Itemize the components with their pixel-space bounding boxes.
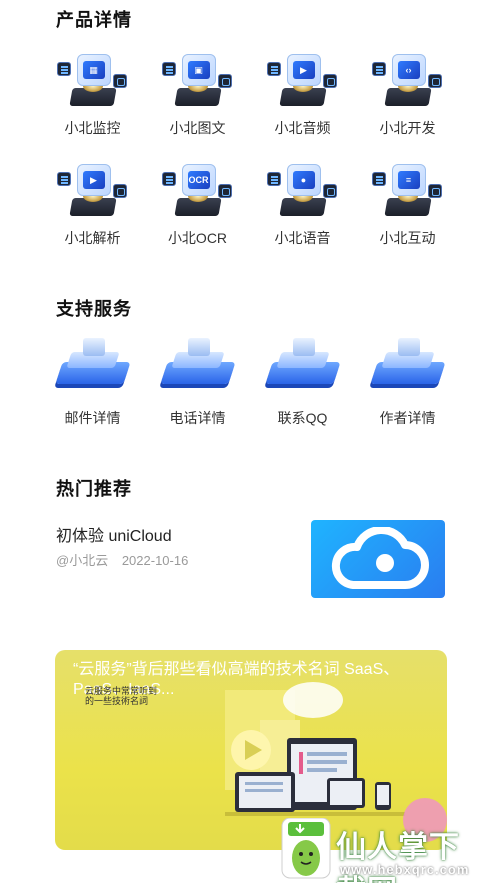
product-label: 小北语音 — [274, 230, 331, 246]
service-label: 电话详情 — [169, 410, 226, 426]
product-tile-image-text[interactable]: ▣ 小北图文 — [145, 50, 250, 160]
article-author: @小北云 — [56, 553, 109, 568]
product-label: 小北监控 — [64, 120, 121, 136]
services-section-title: 支持服务 — [56, 299, 132, 319]
product-ocr-icon: OCR — [161, 160, 234, 222]
service-email-icon — [54, 334, 131, 394]
article-title[interactable]: 初体验 uniCloud — [56, 522, 172, 546]
site-watermark: 仙人掌下载网 www.hebxqrc.com — [280, 818, 490, 883]
article-date: 2022-10-16 — [121, 553, 189, 568]
watermark-url: www.hebxqrc.com — [340, 862, 470, 877]
product-tile-audio[interactable]: ▶ 小北音频 — [250, 50, 355, 160]
service-qq-icon — [264, 334, 341, 394]
product-grid: (function(){ const d = JSON.parse(docume… — [40, 50, 460, 270]
product-audio-icon: ▶ — [266, 50, 339, 112]
product-label: 小北互动 — [379, 230, 436, 246]
product-parse-icon: ▶ — [56, 160, 129, 222]
service-tile-email[interactable]: 邮件详情 — [40, 330, 145, 440]
cloud-icon — [331, 527, 429, 589]
service-tile-phone[interactable]: 电话详情 — [145, 330, 250, 440]
banner-subtitle: 云服务中常常听到 的一些技術名詞 — [85, 686, 158, 706]
service-label: 邮件详情 — [64, 410, 121, 426]
article-thumbnail[interactable] — [311, 520, 445, 598]
product-dev-icon: ‹› — [371, 50, 444, 112]
product-label: 小北图文 — [169, 120, 226, 136]
product-monitor-icon: ▦ — [56, 50, 129, 112]
service-grid: (function(){ const names = ["email","pho… — [40, 330, 460, 440]
product-tile-parse[interactable]: ▶ 小北解析 — [40, 160, 145, 270]
product-image-text-icon: ▣ — [161, 50, 234, 112]
service-phone-icon — [159, 334, 236, 394]
product-tile-dev[interactable]: ‹› 小北开发 — [355, 50, 460, 160]
product-interact-icon: ≡ — [371, 160, 444, 222]
product-label: 小北开发 — [379, 120, 436, 136]
product-voice-icon: ● — [266, 160, 339, 222]
service-label: 作者详情 — [379, 410, 436, 426]
product-tile-voice[interactable]: ● 小北语音 — [250, 160, 355, 270]
cactus-logo-icon — [281, 818, 331, 879]
service-author-icon — [369, 334, 446, 394]
recommend-section-title: 热门推荐 — [56, 479, 132, 499]
service-label: 联系QQ — [277, 410, 328, 426]
product-label: 小北解析 — [64, 230, 121, 246]
product-label: 小北音频 — [274, 120, 331, 136]
product-tile-interact[interactable]: ≡ 小北互动 — [355, 160, 460, 270]
product-tile-monitor[interactable]: ▦ 小北监控 — [40, 50, 145, 160]
article-meta: @小北云 2022-10-16 — [56, 550, 188, 569]
service-tile-author[interactable]: 作者详情 — [355, 330, 460, 440]
product-label: 小北OCR — [167, 230, 228, 246]
product-tile-ocr[interactable]: OCR 小北OCR — [145, 160, 250, 270]
service-tile-qq[interactable]: 联系QQ — [250, 330, 355, 440]
products-section-title: 产品详情 — [56, 10, 132, 30]
